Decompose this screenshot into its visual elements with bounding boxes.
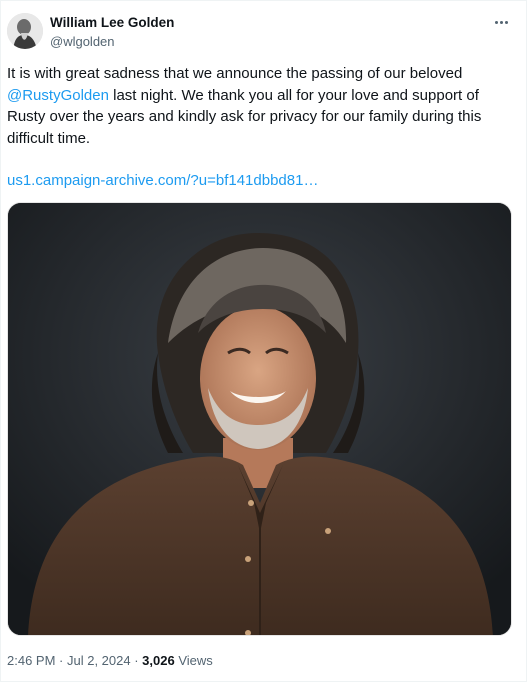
avatar-image <box>7 13 43 49</box>
post-text: It is with great sadness that we announc… <box>7 63 512 149</box>
views-count: 3,026 <box>142 653 175 668</box>
external-link[interactable]: us1.campaign-archive.com/?u=bf141dbbd81… <box>7 172 318 189</box>
post-link-container: us1.campaign-archive.com/?u=bf141dbbd81… <box>7 170 318 191</box>
views-label: Views <box>174 653 213 668</box>
post-time[interactable]: 2:46 PM <box>7 653 55 668</box>
post-photo[interactable] <box>7 202 512 636</box>
meta-separator-2: · <box>130 653 143 668</box>
avatar[interactable] <box>7 13 43 49</box>
author-handle[interactable]: @wlgolden <box>50 33 174 50</box>
more-options-icon[interactable] <box>490 13 512 31</box>
tweet-card: William Lee Golden @wlgolden It is with … <box>0 0 527 682</box>
author-display-name[interactable]: William Lee Golden <box>50 14 174 31</box>
author-block: William Lee Golden @wlgolden <box>50 14 174 50</box>
meta-separator: · <box>55 653 67 668</box>
mention-link[interactable]: @RustyGolden <box>7 87 109 104</box>
post-text-before: It is with great sadness that we announc… <box>7 65 463 82</box>
post-date[interactable]: Jul 2, 2024 <box>67 653 131 668</box>
portrait-photo <box>8 203 511 635</box>
post-meta: 2:46 PM · Jul 2, 2024 · 3,026 Views <box>7 652 213 669</box>
